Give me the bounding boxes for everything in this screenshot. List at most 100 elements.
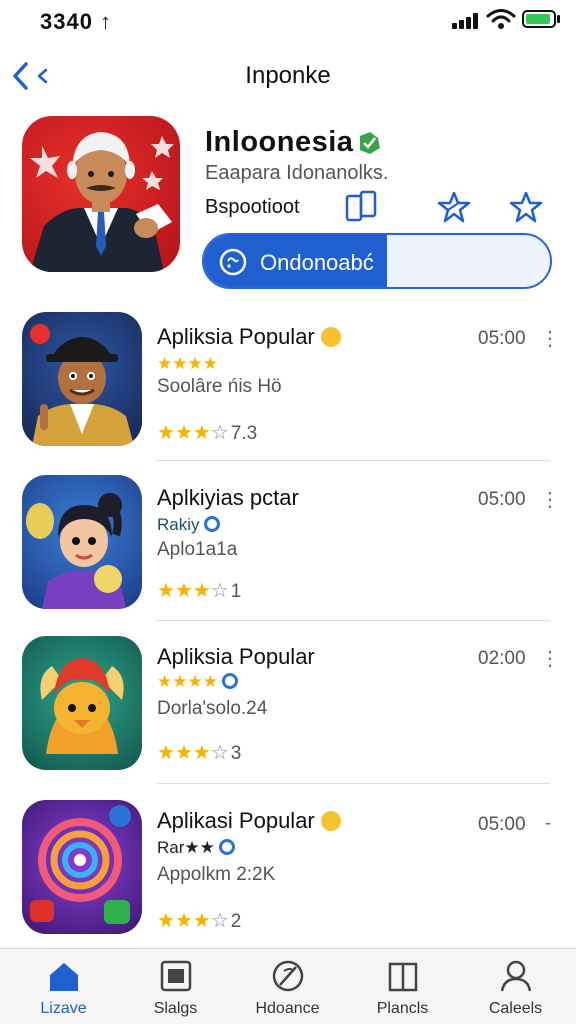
app-icon <box>22 312 142 446</box>
tab-label: Slalgs <box>153 1000 198 1017</box>
wifi-icon <box>486 9 516 29</box>
star-filled-icon: ★ <box>174 742 193 764</box>
app-time: 05:00 <box>478 328 526 349</box>
app-rating: ★★★☆ 2 <box>157 908 241 933</box>
rating-value: 7.3 <box>230 423 258 444</box>
device-button[interactable] <box>343 190 379 224</box>
app-rating: ★★★☆ 1 <box>157 578 241 603</box>
download-button[interactable]: Ondonoabć <box>202 233 552 289</box>
star-outline-icon: ☆ <box>210 422 229 444</box>
featured-app-subtitle: Eaapara Idonanolks. <box>205 162 389 184</box>
download-status-icon <box>219 248 247 276</box>
more-options-button[interactable]: - <box>540 812 556 835</box>
swirl-game-illustration <box>30 805 131 924</box>
battery-icon <box>522 10 556 28</box>
app-developer: Appolkm 2:2K <box>157 864 276 885</box>
app-developer: Dorla'solo.24 <box>157 698 268 719</box>
app-name: Apliksia Popular <box>157 644 315 669</box>
star-filled-icon: ★ <box>174 422 193 444</box>
rating-value: 3 <box>230 743 242 764</box>
app-subtitle: Rakiy <box>157 515 220 535</box>
more-options-button[interactable]: ⋮ <box>540 487 560 512</box>
app-subtitle: ★★★★ <box>157 354 218 373</box>
app-name: Aplikasi Popular <box>157 808 341 834</box>
star-filled-icon: ★ <box>157 742 175 764</box>
divider <box>157 620 550 621</box>
rating-stars: ★★★☆ <box>157 910 229 932</box>
tab-label: Lizave <box>40 1000 87 1017</box>
rating-value: 2 <box>230 911 242 932</box>
app-icon <box>22 800 142 934</box>
rating-stars: ★★★☆ <box>157 742 229 764</box>
app-time: 05:00 <box>478 489 526 510</box>
star-filled-icon: ★ <box>157 422 175 444</box>
more-options-button[interactable]: ⋮ <box>540 326 560 351</box>
divider <box>157 460 550 461</box>
tab-home[interactable]: Lizave <box>6 949 121 1024</box>
tab-apps[interactable]: Slalgs <box>118 949 233 1024</box>
status-time: 3340 ↑ <box>40 9 113 34</box>
star-sparkle-icon <box>437 191 471 223</box>
tab-library[interactable]: Plancls <box>345 949 460 1024</box>
verified-badge-icon <box>218 839 235 855</box>
rocket-icon <box>272 960 304 992</box>
girl-character-illustration <box>26 493 126 609</box>
fox-character-illustration <box>40 658 124 754</box>
emoji-icon <box>320 811 341 831</box>
star-filled-icon: ★ <box>192 910 211 932</box>
emoji-icon <box>320 327 341 347</box>
app-time: 05:00 <box>478 814 526 835</box>
tab-account[interactable]: Caleels <box>458 949 573 1024</box>
home-icon <box>50 963 78 991</box>
app-name: Apliksia Popular <box>157 324 341 350</box>
app-subtitle: ★★★★ <box>157 672 238 692</box>
explorer-character-illustration <box>30 324 134 446</box>
divider <box>157 783 550 784</box>
book-icon <box>388 962 418 992</box>
tab-label: Hdoance <box>255 1000 320 1017</box>
list-item[interactable]: Aplikasi Popular Rar★★ Appolkm 2:2K ★★★☆… <box>0 800 576 960</box>
star-filled-icon: ★ <box>157 910 175 932</box>
featured-app-icon[interactable] <box>22 116 180 272</box>
person-icon <box>500 960 532 992</box>
app-subtitle: Rar★★ <box>157 838 235 858</box>
tab-label: Caleels <box>488 1000 543 1017</box>
star-filled-icon: ★ <box>192 742 211 764</box>
list-item[interactable]: Apliksia Popular ★★★★ Dorla'solo.24 ★★★☆… <box>0 636 576 796</box>
app-developer: Aplo1a1a <box>157 539 238 560</box>
app-icon <box>22 475 142 609</box>
star-outline-icon: ☆ <box>210 742 229 764</box>
list-item[interactable]: Apliksia Popular ★★★★ Soolâre ńis Hö ★★★… <box>0 312 576 472</box>
download-label: Ondonoabć <box>260 250 374 275</box>
star-filled-icon: ★ <box>192 580 211 602</box>
presenter-illustration <box>30 132 174 272</box>
star-filled-icon: ★ <box>174 580 193 602</box>
featured-app-developer: Bspootioot <box>205 196 300 218</box>
tab-games[interactable]: Hdoance <box>230 949 345 1024</box>
rating-stars: ★★★☆ <box>157 422 229 444</box>
status-bar: 3340 ↑ <box>0 0 576 44</box>
verified-badge-icon <box>221 673 238 689</box>
favorite-button[interactable] <box>436 190 472 224</box>
star-outline-icon: ☆ <box>210 580 229 602</box>
more-options-button[interactable]: ⋮ <box>540 646 560 671</box>
tab-label: Plancls <box>376 1000 429 1017</box>
star-outline-icon <box>509 191 543 223</box>
signal-icon <box>452 13 480 29</box>
bookmark-star-button[interactable] <box>508 190 544 224</box>
app-icon <box>22 636 142 770</box>
nav-title: Inponke <box>245 62 331 89</box>
apps-icon <box>160 960 192 992</box>
star-outline-icon: ☆ <box>210 910 229 932</box>
tab-bar: Lizave Slalgs Hdoance Plancls Caleels <box>0 948 576 1024</box>
star-filled-icon: ★ <box>192 422 211 444</box>
battery-tip <box>557 15 560 23</box>
verified-badge-icon <box>203 516 220 532</box>
list-item[interactable]: Aplkiyias pctar Rakiy Aplo1a1a ★★★☆ 1 05:… <box>0 475 576 635</box>
star-filled-icon: ★ <box>174 910 193 932</box>
app-developer: Soolâre ńis Hö <box>157 376 282 397</box>
star-filled-icon: ★ <box>157 580 175 602</box>
rating-value: 1 <box>230 581 242 602</box>
rating-stars: ★★★☆ <box>157 580 229 602</box>
app-rating: ★★★☆ 3 <box>157 740 241 765</box>
